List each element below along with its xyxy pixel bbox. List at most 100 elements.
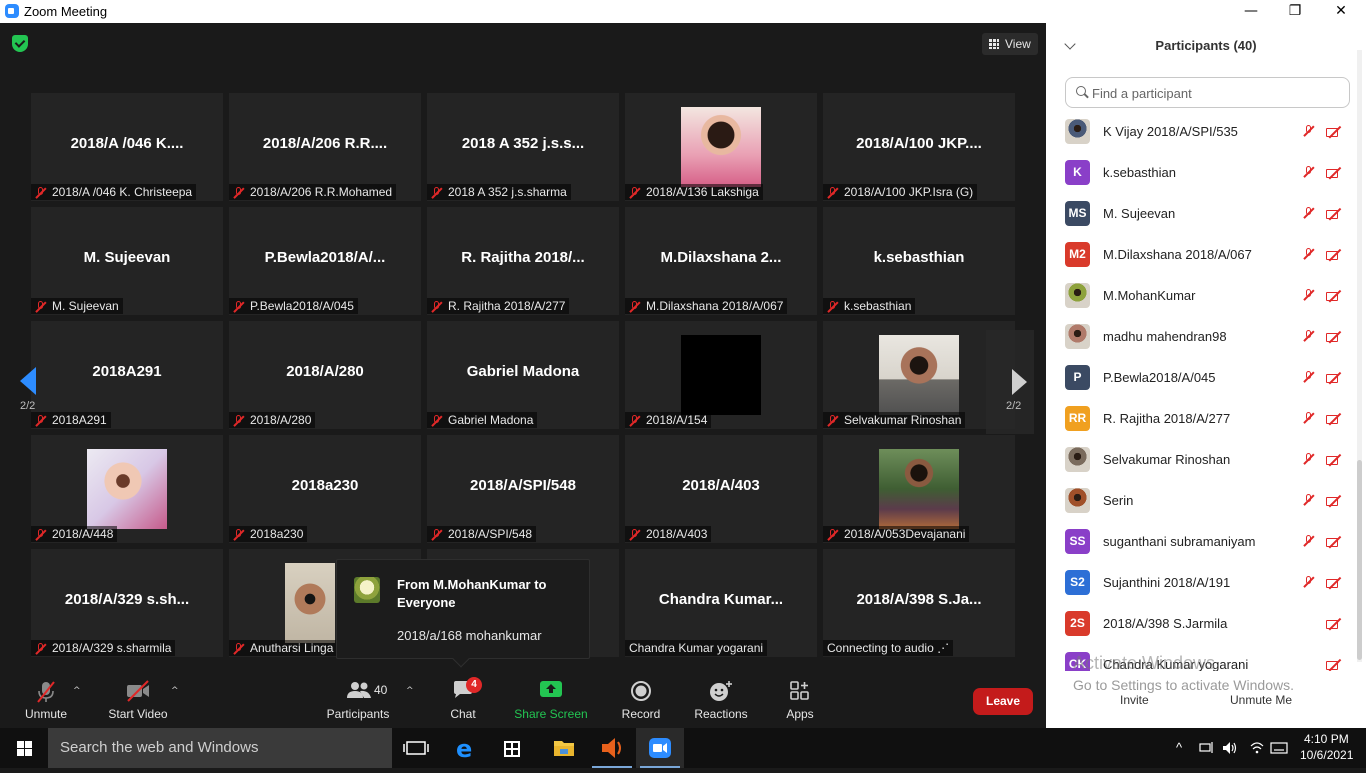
video-tile[interactable]: k.sebasthian k.sebasthian	[823, 207, 1015, 315]
meeting-area: View 2018/A /046 K.... 2018/A /046 K. Chr…	[0, 23, 1046, 728]
scrollbar-thumb[interactable]	[1357, 460, 1362, 660]
wifi-icon[interactable]	[1250, 740, 1264, 756]
minimize-button[interactable]: —	[1228, 0, 1274, 23]
start-button[interactable]	[0, 728, 48, 768]
video-tile[interactable]: 2018/A/100 JKP.... 2018/A/100 JKP.Isra (G…	[823, 93, 1015, 201]
video-tile[interactable]: 2018/A/154	[625, 321, 817, 429]
participant-row[interactable]: madhu mahendran98	[1046, 316, 1356, 357]
start-video-button[interactable]: Start Video	[104, 668, 172, 728]
video-tile[interactable]: Gabriel Madona Gabriel Madona	[427, 321, 619, 429]
video-tile[interactable]: Chandra Kumar... Chandra Kumar yogarani	[625, 549, 817, 657]
participant-caption-text: 2018/A/280	[250, 413, 312, 427]
participant-caption: 2018/A/136 Lakshiga	[625, 184, 763, 200]
participant-scrollbar[interactable]	[1357, 50, 1362, 662]
participant-row[interactable]: M.MohanKumar	[1046, 275, 1356, 316]
video-off-icon	[1326, 290, 1342, 302]
invite-button[interactable]: Invite	[1120, 693, 1149, 707]
leave-button[interactable]: Leave	[973, 688, 1033, 715]
participant-row[interactable]: Kk.sebasthian	[1046, 152, 1356, 193]
zoom-taskbar-icon[interactable]	[636, 728, 684, 768]
encryption-shield-icon[interactable]	[12, 35, 28, 52]
avatar: P	[1065, 365, 1090, 390]
participant-name: M. Sujeevan	[1103, 206, 1176, 221]
muted-mic-icon	[1303, 207, 1315, 221]
video-tile[interactable]: 2018/A/448	[31, 435, 223, 543]
clock-time[interactable]: 4:10 PM	[1304, 732, 1349, 746]
task-view-icon[interactable]	[392, 728, 440, 768]
share-screen-button[interactable]: Share Screen	[512, 668, 590, 728]
video-tile[interactable]: 2018/A/280 2018/A/280	[229, 321, 421, 429]
chat-notification-popup[interactable]: From M.MohanKumar to Everyone 2018/a/168…	[336, 559, 590, 668]
participant-row[interactable]: Serin	[1046, 480, 1356, 521]
participant-row[interactable]: K Vijay 2018/A/SPI/535	[1046, 111, 1356, 152]
participant-row[interactable]: Selvakumar Rinoshan	[1046, 439, 1356, 480]
participant-caption: M. Sujeevan	[31, 298, 123, 314]
show-hidden-icons-caret[interactable]: ^	[1176, 740, 1182, 755]
participant-video-thumbnail	[879, 449, 959, 529]
edge-browser-icon[interactable]: e	[440, 728, 488, 768]
participants-button[interactable]: 40 Participants	[324, 668, 392, 728]
muted-mic-icon	[35, 529, 46, 540]
participants-options-caret[interactable]: ^	[406, 686, 414, 696]
media-player-icon[interactable]	[588, 728, 636, 768]
participant-display-name: R. Rajitha 2018/...	[461, 249, 585, 266]
video-options-caret[interactable]: ^	[171, 686, 179, 696]
video-tile[interactable]: M.Dilaxshana 2... M.Dilaxshana 2018/A/067	[625, 207, 817, 315]
video-tile[interactable]: 2018 A 352 j.s.s... 2018 A 352 j.s.sharma	[427, 93, 619, 201]
record-button[interactable]: Record	[612, 668, 670, 728]
apps-button[interactable]: Apps	[774, 668, 826, 728]
muted-mic-icon	[1303, 412, 1315, 426]
muted-mic-icon	[35, 643, 46, 654]
store-icon[interactable]	[488, 728, 536, 768]
video-tile[interactable]: 2018/A/206 R.R.... 2018/A/206 R.R.Mohamed	[229, 93, 421, 201]
video-tile[interactable]: 2018/A/403 2018/A/403	[625, 435, 817, 543]
svg-text:e: e	[456, 735, 472, 763]
network-icon[interactable]	[1199, 741, 1215, 755]
participant-row[interactable]: SS suganthani subramaniyam	[1046, 521, 1356, 562]
next-page-button[interactable]	[986, 330, 1034, 434]
participant-row[interactable]: RR R. Rajitha 2018/A/277	[1046, 398, 1356, 439]
unmute-button[interactable]: Unmute	[14, 668, 78, 728]
video-tile[interactable]: M. Sujeevan M. Sujeevan	[31, 207, 223, 315]
video-tile[interactable]: 2018/A/398 S.Ja... Connecting to audio ⋰	[823, 549, 1015, 657]
video-tile[interactable]: P.Bewla2018/A/... P.Bewla2018/A/045	[229, 207, 421, 315]
video-tile[interactable]: 2018/A/053Devajanani	[823, 435, 1015, 543]
close-button[interactable]: ✕	[1318, 0, 1364, 23]
chat-button[interactable]: 4 Chat	[436, 668, 490, 728]
video-tile[interactable]: 2018/A/136 Lakshiga	[625, 93, 817, 201]
video-tile[interactable]: 2018/A /046 K.... 2018/A /046 K. Christee…	[31, 93, 223, 201]
participant-row[interactable]: MS M. Sujeevan	[1046, 193, 1356, 234]
participant-row[interactable]: 2S 2018/A/398 S.Jarmila	[1046, 603, 1356, 644]
video-tile[interactable]: 2018/A/SPI/548 2018/A/SPI/548	[427, 435, 619, 543]
muted-mic-icon	[827, 415, 838, 426]
unmute-me-button[interactable]: Unmute Me	[1230, 693, 1292, 707]
keyboard-icon[interactable]	[1270, 742, 1288, 754]
video-tile[interactable]: 2018a230 2018a230	[229, 435, 421, 543]
popup-pointer	[452, 650, 470, 668]
audio-options-caret[interactable]: ^	[73, 686, 81, 696]
participant-search-input[interactable]	[1092, 84, 1342, 102]
file-explorer-icon[interactable]	[540, 728, 588, 768]
participant-row[interactable]: P P.Bewla2018/A/045	[1046, 357, 1356, 398]
clock-date[interactable]: 10/6/2021	[1300, 748, 1353, 762]
taskbar-search[interactable]: Search the web and Windows	[48, 728, 392, 768]
window-title: Zoom Meeting	[24, 4, 108, 19]
volume-icon[interactable]	[1222, 740, 1238, 756]
participant-caption: 2018/A/053Devajanani	[823, 526, 970, 542]
reactions-button[interactable]: Reactions	[690, 668, 752, 728]
participant-name: M.MohanKumar	[1103, 288, 1196, 303]
participant-video-thumbnail	[879, 335, 959, 415]
participant-caption: M.Dilaxshana 2018/A/067	[625, 298, 788, 314]
previous-page-button[interactable]	[12, 330, 60, 434]
participant-caption: 2018/A/100 JKP.Isra (G)	[823, 184, 978, 200]
participant-row[interactable]: S2 Sujanthini 2018/A/191	[1046, 562, 1356, 603]
participant-row[interactable]: M2 M.Dilaxshana 2018/A/067	[1046, 234, 1356, 275]
participant-search[interactable]	[1065, 77, 1350, 108]
video-tile[interactable]: 2018/A/329 s.sh... 2018/A/329 s.sharmila	[31, 549, 223, 657]
maximize-button[interactable]: ❐	[1272, 0, 1318, 23]
participant-name: suganthani subramaniyam	[1103, 534, 1256, 549]
muted-mic-icon	[1303, 494, 1315, 508]
participant-caption-text: 2018/A/206 R.R.Mohamed	[250, 185, 393, 199]
video-tile[interactable]: R. Rajitha 2018/... R. Rajitha 2018/A/277	[427, 207, 619, 315]
view-button[interactable]: View	[982, 33, 1038, 55]
